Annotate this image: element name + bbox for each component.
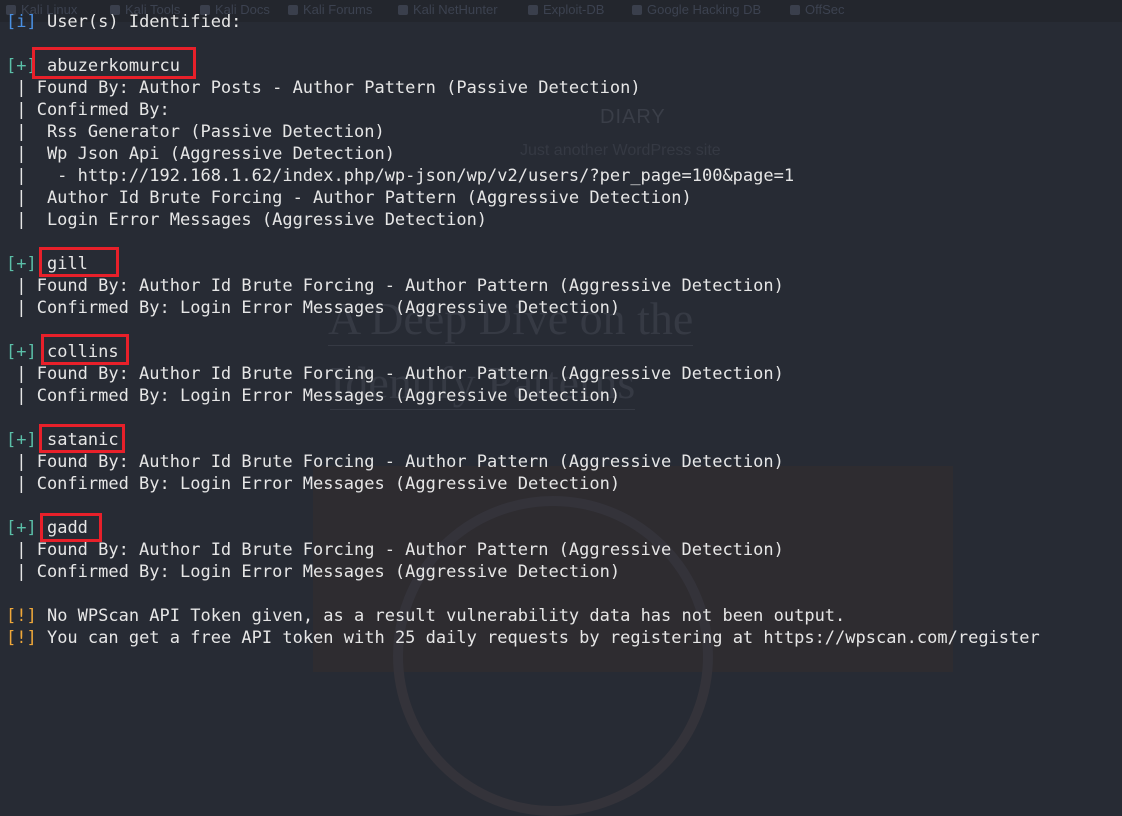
detail-line: | Confirmed By:	[6, 100, 170, 120]
plus-tag: [+]	[6, 518, 37, 538]
info-tag: [i]	[6, 12, 37, 32]
username-highlight-box	[41, 334, 129, 365]
plus-tag: [+]	[6, 430, 37, 450]
detail-line: | Confirmed By: Login Error Messages (Ag…	[6, 298, 621, 318]
terminal-output[interactable]: [i] User(s) Identified: [+] abuzerkomurc…	[0, 0, 1122, 672]
warning-tag: [!]	[6, 628, 37, 648]
detail-line: | Found By: Author Id Brute Forcing - Au…	[6, 364, 784, 384]
detail-line-url: | - http://192.168.1.62/index.php/wp-jso…	[6, 166, 795, 186]
detail-line: | Confirmed By: Login Error Messages (Ag…	[6, 562, 621, 582]
warning-tag: [!]	[6, 606, 37, 626]
detail-line: | Found By: Author Id Brute Forcing - Au…	[6, 276, 784, 296]
header-text: User(s) Identified:	[36, 12, 242, 32]
plus-tag: [+]	[6, 254, 37, 274]
detail-line: | Rss Generator (Passive Detection)	[6, 122, 385, 142]
username-highlight-box	[39, 247, 119, 277]
warning-no-api-token: [!] No WPScan API Token given, as a resu…	[6, 605, 845, 627]
username-highlight-box	[40, 513, 102, 542]
warning-text: You can get a free API token with 25 dai…	[36, 628, 1040, 648]
detail-line: | Confirmed By: Login Error Messages (Ag…	[6, 386, 621, 406]
username-highlight-box	[32, 47, 196, 79]
warning-get-api-token: [!] You can get a free API token with 25…	[6, 627, 1040, 649]
detail-line: | Login Error Messages (Aggressive Detec…	[6, 210, 488, 230]
detail-line: | Confirmed By: Login Error Messages (Ag…	[6, 474, 621, 494]
detail-line: | Wp Json Api (Aggressive Detection)	[6, 144, 395, 164]
username-highlight-box	[39, 424, 125, 453]
warning-text: No WPScan API Token given, as a result v…	[36, 606, 846, 626]
users-identified-header: [i] User(s) Identified:	[6, 11, 241, 33]
detail-line: | Found By: Author Id Brute Forcing - Au…	[6, 540, 784, 560]
detail-line: | Author Id Brute Forcing - Author Patte…	[6, 188, 692, 208]
plus-tag: [+]	[6, 342, 37, 362]
detail-line: | Found By: Author Id Brute Forcing - Au…	[6, 452, 784, 472]
detail-line: | Found By: Author Posts - Author Patter…	[6, 78, 641, 98]
